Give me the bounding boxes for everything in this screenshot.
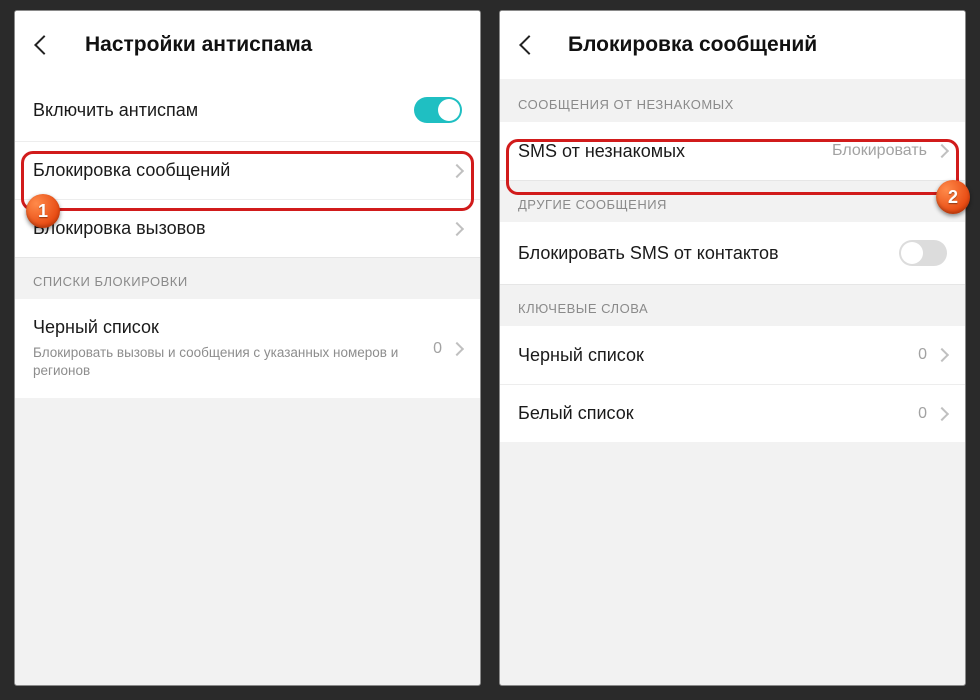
row-enable-antispam[interactable]: Включить антиспам xyxy=(15,79,480,141)
row-label: Блокировка сообщений xyxy=(33,160,230,181)
chevron-right-icon xyxy=(935,406,949,420)
row-call-blocking[interactable]: Блокировка вызовов xyxy=(15,199,480,257)
toggle-enable-antispam[interactable] xyxy=(414,97,462,123)
row-value: 0 xyxy=(918,405,927,423)
row-label: Черный список xyxy=(518,345,644,366)
row-label: Блокировка вызовов xyxy=(33,218,206,239)
header: Блокировка сообщений xyxy=(500,11,965,79)
chevron-right-icon xyxy=(935,144,949,158)
annotation-badge-1: 1 xyxy=(26,194,60,228)
screen-antispam-settings: Настройки антиспама Включить антиспам Бл… xyxy=(14,10,481,686)
page-title: Блокировка сообщений xyxy=(568,33,817,57)
row-message-blocking[interactable]: Блокировка сообщений xyxy=(15,141,480,199)
back-button[interactable] xyxy=(31,32,57,58)
toggle-block-contacts[interactable] xyxy=(899,240,947,266)
group-blocklists: Черный список Блокировать вызовы и сообщ… xyxy=(15,299,480,398)
group-keywords: Черный список 0 Белый список 0 xyxy=(500,326,965,442)
row-sms-unknown[interactable]: SMS от незнакомых Блокировать xyxy=(500,122,965,180)
row-value: Блокировать xyxy=(832,142,927,160)
row-value: 0 xyxy=(433,340,442,358)
row-keyword-blacklist[interactable]: Черный список 0 xyxy=(500,326,965,384)
chevron-right-icon xyxy=(450,163,464,177)
row-label: SMS от незнакомых xyxy=(518,141,685,162)
section-header-other: ДРУГИЕ СООБЩЕНИЯ xyxy=(500,180,965,222)
chevron-right-icon xyxy=(450,342,464,356)
row-label: Черный список xyxy=(33,317,433,338)
row-value: 0 xyxy=(918,346,927,364)
row-label: Блокировать SMS от контактов xyxy=(518,243,779,264)
group-main: Включить антиспам Блокировка сообщений Б… xyxy=(15,79,480,257)
section-header-blocklists: СПИСКИ БЛОКИРОВКИ xyxy=(15,257,480,299)
header: Настройки антиспама xyxy=(15,11,480,79)
row-subtitle: Блокировать вызовы и сообщения с указанн… xyxy=(33,344,401,380)
section-header-unknown: СООБЩЕНИЯ ОТ НЕЗНАКОМЫХ xyxy=(500,79,965,122)
chevron-right-icon xyxy=(935,348,949,362)
back-button[interactable] xyxy=(516,32,542,58)
section-header-keywords: КЛЮЧЕВЫЕ СЛОВА xyxy=(500,284,965,326)
annotation-badge-2: 2 xyxy=(936,180,970,214)
group-unknown: SMS от незнакомых Блокировать xyxy=(500,122,965,180)
row-keyword-whitelist[interactable]: Белый список 0 xyxy=(500,384,965,442)
row-label: Белый список xyxy=(518,403,634,424)
page-title: Настройки антиспама xyxy=(85,33,312,57)
group-other: Блокировать SMS от контактов xyxy=(500,222,965,284)
chevron-right-icon xyxy=(450,221,464,235)
row-block-contacts[interactable]: Блокировать SMS от контактов xyxy=(500,222,965,284)
row-blacklist[interactable]: Черный список Блокировать вызовы и сообщ… xyxy=(15,299,480,398)
row-label: Включить антиспам xyxy=(33,100,198,121)
screen-message-blocking: Блокировка сообщений СООБЩЕНИЯ ОТ НЕЗНАК… xyxy=(499,10,966,686)
